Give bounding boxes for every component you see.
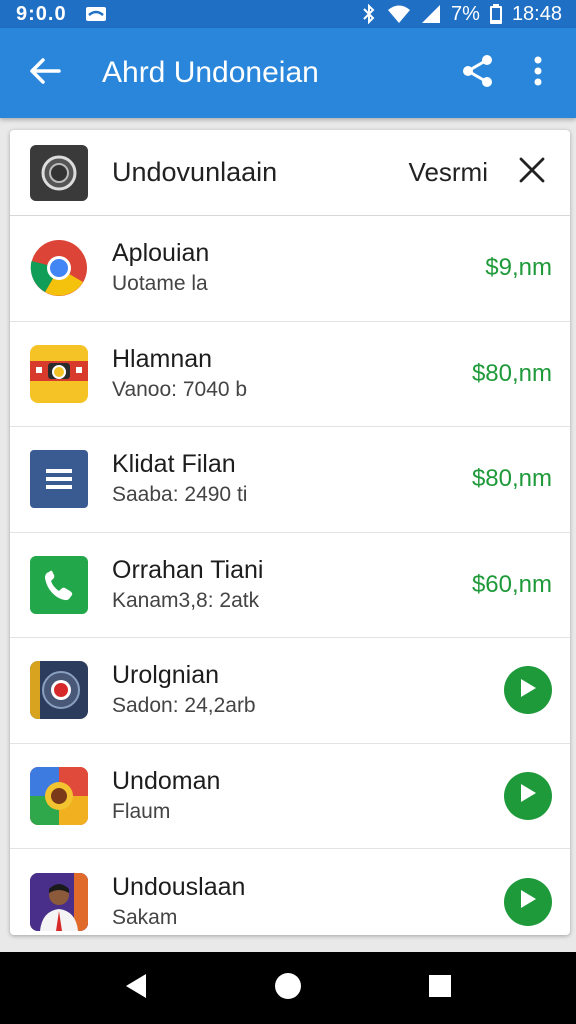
play-button[interactable] [504, 771, 552, 820]
record-app-icon [30, 661, 88, 720]
status-left-text: 9:0.0 [16, 2, 67, 25]
item-subtitle: Sadon: 24,2arb [112, 694, 256, 718]
play-icon [519, 678, 537, 703]
list-item[interactable]: Klidat Filan Saaba: 2490 ti $80,nm [10, 427, 570, 533]
wifi-icon [387, 4, 411, 24]
signal-icon [421, 4, 441, 24]
play-icon [519, 889, 537, 914]
app-list-card: Undovunlaain Vesrmi Aplouian Uotame la $… [10, 130, 570, 935]
close-button[interactable] [512, 153, 552, 193]
item-subtitle: Saaba: 2490 ti [112, 483, 248, 507]
nav-back-icon [124, 973, 148, 1004]
play-button[interactable] [504, 877, 552, 926]
item-name: Hlamnan [112, 344, 213, 373]
notification-icon [85, 6, 107, 22]
chrome-icon [30, 239, 88, 297]
list-item[interactable]: Undouslaan Sakam [10, 849, 570, 935]
app-bar: Ahrd Undoneian [0, 28, 576, 118]
list-item[interactable]: Orrahan Tiani Kanam3,8: 2atk $60,nm [10, 533, 570, 638]
nav-home-icon [274, 972, 302, 1005]
more-vert-icon [534, 56, 542, 91]
battery-icon [489, 4, 502, 24]
battery-percent: 7% [451, 2, 480, 25]
list-item[interactable]: Aplouian Uotame la $9,nm [10, 216, 570, 322]
play-button[interactable] [504, 666, 552, 715]
item-name: Aplouian [112, 239, 210, 268]
app-list: Aplouian Uotame la $9,nm Hlamnan Vanoo: … [10, 216, 570, 935]
item-name: Orrahan Tiani [112, 555, 264, 584]
back-button[interactable] [0, 28, 90, 118]
app-logo-icon [30, 144, 88, 201]
list-item[interactable]: Undoman Flaum [10, 744, 570, 849]
arrow-back-icon [29, 57, 61, 90]
item-name: Undouslaan [112, 872, 246, 901]
share-icon [462, 54, 494, 93]
nav-home-button[interactable] [258, 958, 318, 1018]
price-button[interactable]: $9,nm [485, 254, 552, 282]
price-button[interactable]: $80,nm [472, 360, 552, 388]
item-subtitle: Sakam [112, 905, 178, 929]
phone-app-icon [30, 555, 88, 614]
app-bar-title: Ahrd Undoneian [102, 56, 319, 89]
bluetooth-icon [361, 4, 377, 24]
photo-app-icon [30, 766, 88, 825]
camera-app-icon [30, 344, 88, 403]
item-name: Klidat Filan [112, 450, 236, 479]
version-label: Vesrmi [408, 157, 488, 187]
item-subtitle: Vanoo: 7040 b [112, 377, 248, 401]
item-subtitle: Uotame la [112, 272, 208, 296]
navigation-bar [0, 952, 576, 1024]
item-subtitle: Flaum [112, 799, 171, 823]
status-bar: 9:0.0 7% 18:48 [0, 0, 576, 28]
clock: 18:48 [511, 2, 562, 25]
card-header: Undovunlaain Vesrmi [10, 130, 570, 216]
list-item[interactable]: Hlamnan Vanoo: 7040 b $80,nm [10, 322, 570, 427]
more-options-button[interactable] [508, 28, 568, 118]
profile-app-icon [30, 872, 88, 931]
nav-back-button[interactable] [106, 958, 166, 1018]
price-button[interactable]: $60,nm [472, 571, 552, 599]
notes-app-icon [30, 450, 88, 509]
nav-recents-button[interactable] [410, 958, 470, 1018]
play-icon [519, 783, 537, 808]
list-item[interactable]: Urolgnian Sadon: 24,2arb [10, 638, 570, 744]
price-button[interactable]: $80,nm [472, 465, 552, 493]
card-title: Undovunlaain [112, 157, 278, 187]
close-icon [519, 157, 545, 188]
nav-recents-icon [428, 974, 452, 1003]
item-subtitle: Kanam3,8: 2atk [112, 588, 260, 612]
item-name: Undoman [112, 766, 221, 795]
item-name: Urolgnian [112, 661, 220, 690]
share-button[interactable] [448, 28, 508, 118]
